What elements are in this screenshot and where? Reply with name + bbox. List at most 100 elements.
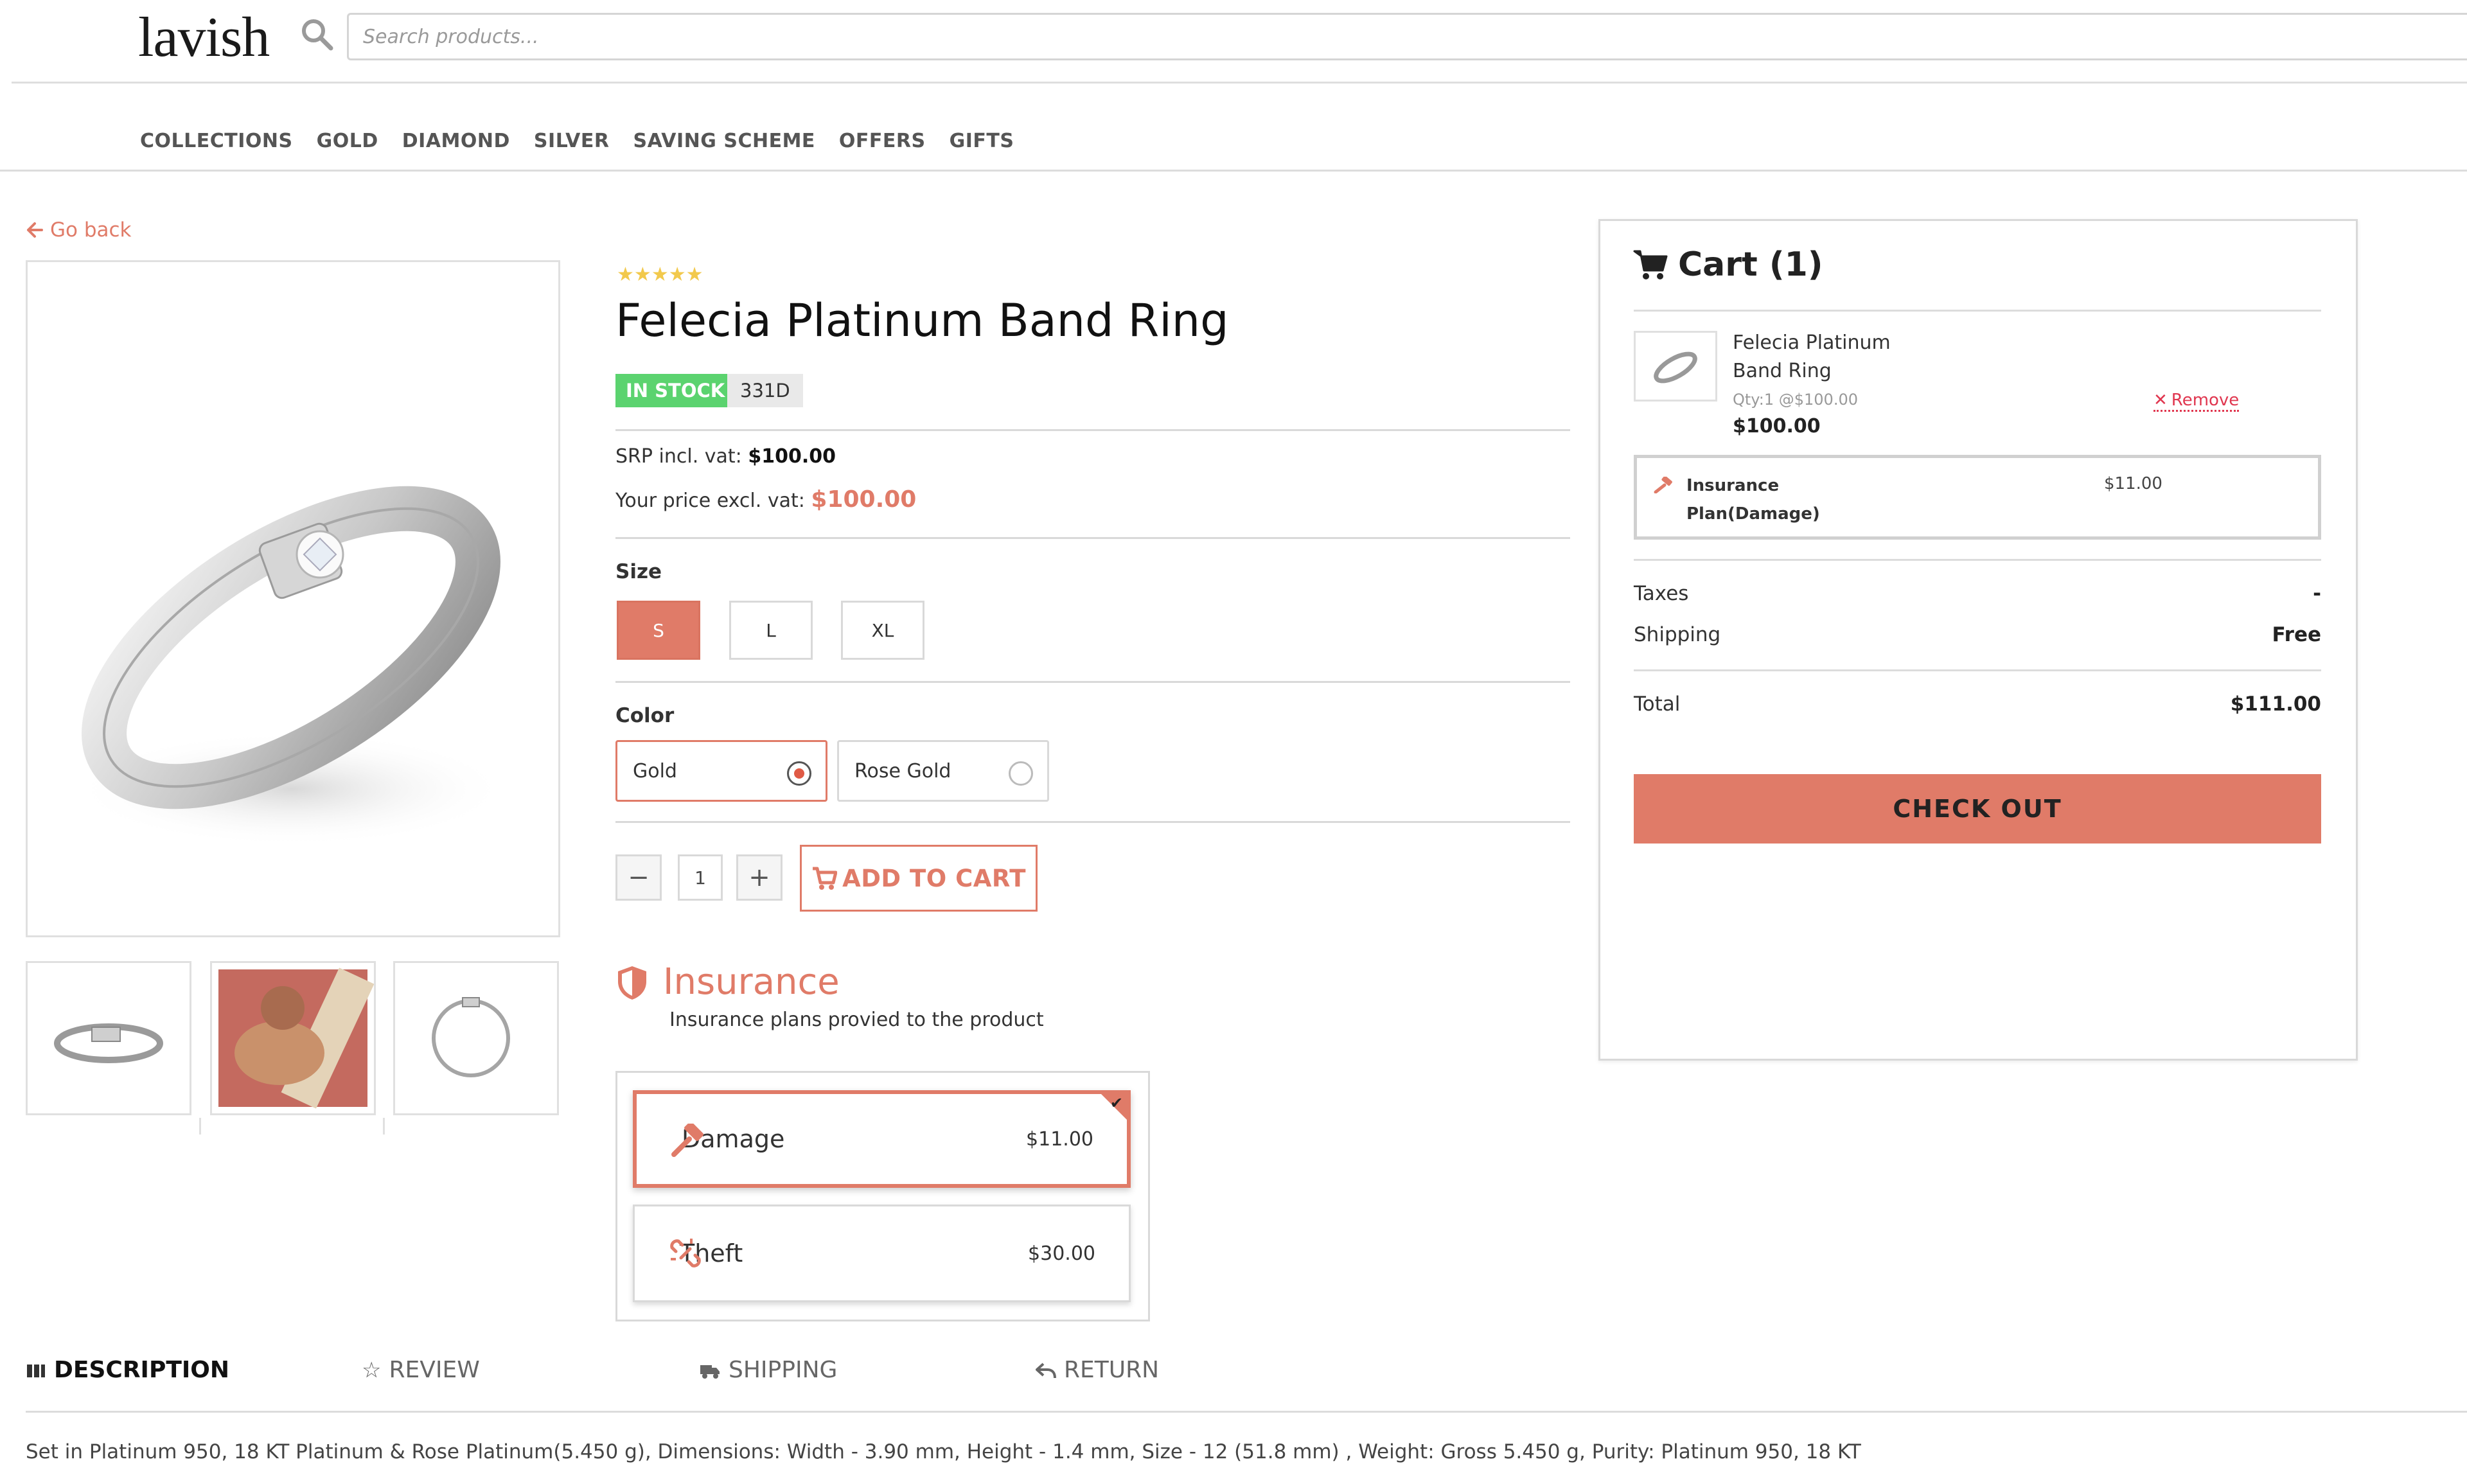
color-label: Color [615,704,675,727]
star-outline-icon: ☆ [362,1357,382,1383]
star-icon: ★ [617,264,634,285]
tab-label: SHIPPING [729,1357,838,1383]
color-option-rose-gold[interactable]: Rose Gold [837,740,1049,802]
thumbnail-3[interactable] [393,961,559,1115]
quantity-increment-button[interactable]: + [736,854,783,901]
your-price: Your price excl. vat: $100.00 [615,486,916,513]
search-input[interactable] [347,13,2467,60]
sku-badge: 331D [727,374,803,407]
total-label: Total [1634,693,1681,716]
thumbnail-1[interactable] [26,961,191,1115]
shipping-row: Shipping Free [1634,623,2321,646]
cart-item-price: $100.00 [1733,415,1821,437]
search-icon[interactable] [299,16,335,52]
check-icon: ✔ [1110,1094,1123,1112]
remove-item-button[interactable]: ✕ Remove [2153,391,2240,412]
color-option-label: Rose Gold [854,759,951,782]
header-divider [12,82,2467,84]
stock-badge: IN STOCK [615,374,736,407]
cart-item-thumbnail[interactable] [1634,331,1717,402]
star-icon: ★ [633,264,651,285]
truck-icon [700,1365,720,1379]
cart-item-name[interactable]: Felecia Platinum Band Ring [1733,329,1919,385]
size-label: Size [615,560,662,583]
close-icon: ✕ [2153,391,2168,410]
insurance-plan-damage[interactable]: Damage $11.00 ✔ [633,1090,1131,1188]
shield-icon [618,966,646,1000]
insurance-plan-theft[interactable]: Theft $30.00 [633,1205,1131,1302]
hammer-icon [1654,477,1672,493]
ring-image [73,486,509,847]
thumb-separator [383,1118,385,1135]
tab-label: RETURN [1064,1357,1160,1383]
tab-return[interactable]: RETURN [1036,1357,1159,1383]
star-icon: ★ [685,264,703,285]
divider [615,681,1570,683]
product-title: Felecia Platinum Band Ring [615,294,1229,347]
srp-label: SRP incl. vat: [615,445,742,468]
color-option-label: Gold [633,759,677,782]
divider [1634,669,2321,671]
insurance-title: Insurance [663,961,840,1003]
radio-selected-icon[interactable] [787,761,811,786]
divider [615,429,1570,431]
taxes-value: - [2313,582,2321,605]
cart-icon [1633,250,1668,279]
quantity-input[interactable] [678,854,723,901]
size-option-s[interactable]: S [617,601,700,660]
cart-item-qty: Qty:1 @$100.00 [1733,391,1858,409]
go-back-link[interactable]: Go back [26,218,132,242]
divider [615,537,1570,539]
cart-title-label: Cart (1) [1678,245,1823,284]
price-label: Your price excl. vat: [615,490,805,512]
tab-label: DESCRIPTION [54,1357,230,1383]
price-value: $100.00 [811,486,917,513]
taxes-row: Taxes - [1634,582,2321,605]
radio-unselected-icon[interactable] [1009,761,1033,786]
nav-gold[interactable]: GOLD [317,130,378,152]
tab-shipping[interactable]: SHIPPING [699,1357,837,1383]
thumbnail-2[interactable] [210,961,376,1115]
srp-value: $100.00 [748,445,836,468]
star-icon: ★ [651,264,669,285]
add-to-cart-button[interactable]: ADD TO CART [800,845,1038,912]
nav-diamond[interactable]: DIAMOND [402,130,510,152]
plan-price: $30.00 [1028,1242,1095,1265]
nav-offers[interactable]: OFFERS [839,130,926,152]
nav-saving-scheme[interactable]: SAVING SCHEME [633,130,815,152]
nav-silver[interactable]: SILVER [534,130,610,152]
tab-review[interactable]: ☆ REVIEW [362,1357,480,1383]
srp-price: SRP incl. vat: $100.00 [615,445,836,468]
shipping-value: Free [2272,623,2321,646]
divider [1634,310,2321,312]
color-option-gold[interactable]: Gold [615,740,827,802]
divider [1634,559,2321,561]
cart-insurance-price: $11.00 [2104,474,2162,493]
ring-top-image [432,997,510,1077]
star-icon: ★ [668,264,686,285]
thumb-separator [199,1118,201,1135]
product-main-image[interactable] [26,260,560,937]
ring-image [1654,351,1697,384]
product-description: Set in Platinum 950, 18 KT Platinum & Ro… [26,1440,1861,1463]
checkout-button[interactable]: CHECK OUT [1634,774,2321,844]
plus-icon: + [748,863,770,892]
tab-description[interactable]: DESCRIPTION [26,1357,229,1383]
quantity-decrement-button[interactable]: − [615,854,662,901]
tabs-divider [26,1411,2467,1413]
size-option-l[interactable]: L [729,601,813,660]
logo[interactable]: lavish [138,5,270,70]
go-back-label: Go back [50,218,132,242]
total-value: $111.00 [2230,693,2321,716]
size-option-xl[interactable]: XL [841,601,924,660]
nav-collections[interactable]: COLLECTIONS [140,130,293,152]
broken-link-icon [670,1239,701,1268]
nav-divider [0,170,2467,172]
taxes-label: Taxes [1634,582,1689,605]
ring-side-image [54,1023,163,1063]
rating-stars[interactable]: ★★★★★ [617,263,703,286]
cart-icon [813,867,838,890]
divider [615,821,1570,823]
remove-label: Remove [2171,391,2240,410]
nav-gifts[interactable]: GIFTS [950,130,1014,152]
